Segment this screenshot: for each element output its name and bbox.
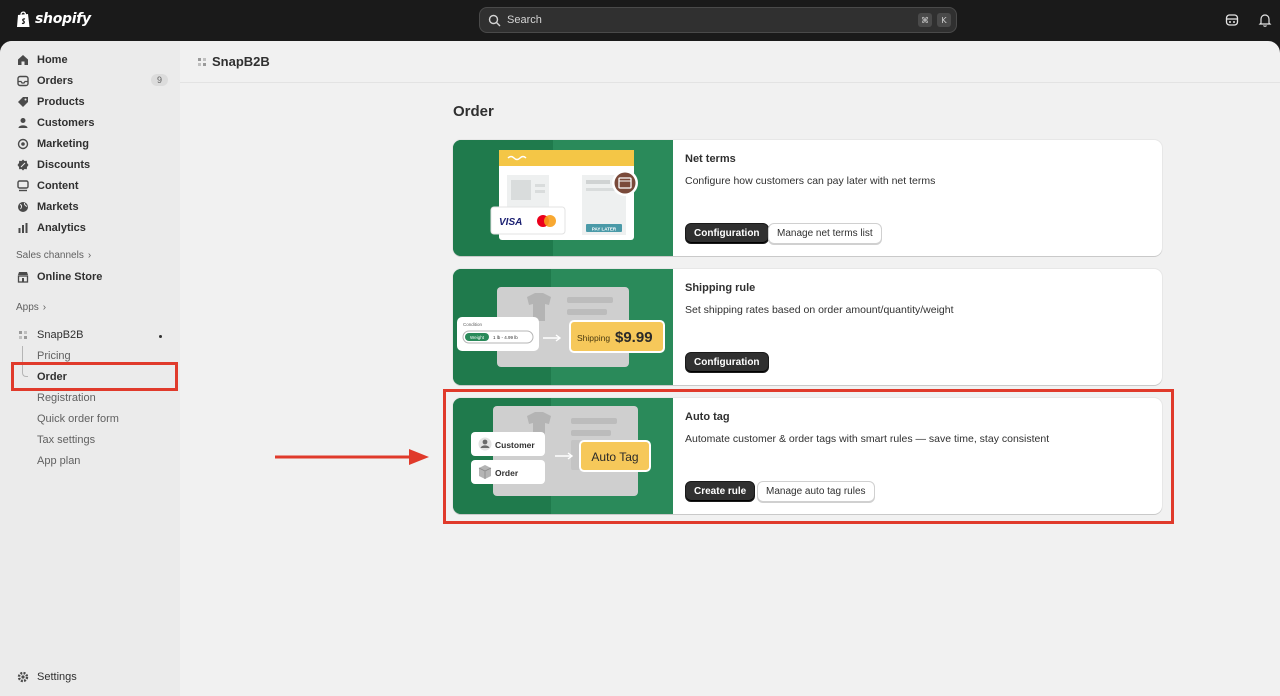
order-highlight-box (11, 362, 178, 391)
pointer-arrow-icon (275, 449, 429, 465)
sidebar-item-label: Markets (37, 201, 79, 213)
sidebar-item-analytics[interactable]: Analytics (10, 218, 170, 238)
chevron-right-icon: › (42, 302, 47, 313)
sidebar-item-label: Discounts (37, 159, 91, 171)
sidebar-item-settings[interactable]: Settings (10, 667, 170, 687)
card-title: Shipping rule (685, 282, 756, 294)
sidebar-item-label: Products (37, 96, 85, 108)
bar-chart-icon (18, 223, 28, 233)
shipping-rule-art: Condition Weight 1 lb - 4.99 lb Shipping… (453, 269, 665, 385)
condition-label: Condition (463, 322, 483, 327)
bell-icon[interactable] (1258, 13, 1272, 27)
search-bar[interactable]: Search ⌘ K (479, 7, 957, 33)
sidebar-item-label: Settings (37, 671, 77, 683)
shipping-rule-card: Condition Weight 1 lb - 4.99 lb Shipping… (453, 269, 1162, 385)
auto-tag-highlight-box (443, 389, 1174, 524)
chevron-right-icon: › (87, 250, 92, 261)
sidebar-item-online-store[interactable]: Online Store (10, 267, 170, 287)
discount-icon (17, 159, 29, 171)
admin-shell: Home Orders 9 Products Customers Marketi… (0, 41, 1280, 696)
pin-indicator (159, 335, 162, 338)
sidebar-item-label: Home (37, 54, 68, 66)
app-icon (19, 331, 27, 339)
pay-later-pill: PAY LATER (592, 226, 617, 231)
page-title: Order (453, 103, 494, 120)
manage-net-terms-list-button[interactable]: Manage net terms list (768, 223, 882, 244)
top-bar: shopify Search ⌘ K (0, 0, 1280, 41)
card-title: Net terms (685, 153, 736, 165)
sidebar-subitem-registration[interactable]: Registration (37, 392, 96, 404)
store-icon[interactable] (1225, 13, 1239, 27)
storefront-icon (17, 272, 29, 283)
net-terms-card: PAY LATER VISA Net terms Configure how c… (453, 140, 1162, 256)
net-terms-art: PAY LATER VISA (453, 140, 638, 256)
sidebar-subitem-app-plan[interactable]: App plan (37, 455, 80, 467)
k-key: K (937, 13, 951, 27)
sidebar-item-label: SnapB2B (37, 329, 84, 341)
sidebar-item-products[interactable]: Products (10, 92, 170, 112)
tag-icon (18, 97, 28, 107)
sidebar-item-customers[interactable]: Customers (10, 113, 170, 133)
person-icon (18, 118, 28, 128)
brand-name: shopify (35, 11, 91, 27)
shopify-logo[interactable]: shopify (16, 10, 91, 28)
sidebar-subitem-pricing[interactable]: Pricing (37, 350, 71, 362)
shopify-bag-icon (17, 11, 30, 27)
sidebar-item-snapb2b[interactable]: SnapB2B (10, 325, 170, 345)
sidebar-subitem-quick-order-form[interactable]: Quick order form (37, 413, 119, 425)
target-icon (17, 138, 29, 150)
net-terms-illustration: PAY LATER VISA (453, 140, 673, 256)
globe-icon (18, 202, 28, 212)
app-icon (198, 57, 206, 66)
apps-label: Apps (16, 302, 39, 313)
home-icon (18, 55, 28, 65)
shipping-rule-illustration: Condition Weight 1 lb - 4.99 lb Shipping… (453, 269, 673, 385)
inbox-icon (17, 75, 29, 87)
sales-channels-label: Sales channels (16, 250, 84, 261)
gear-icon (17, 671, 29, 683)
sidebar-item-label: Analytics (37, 222, 86, 234)
weight-chip: Weight (470, 335, 485, 340)
shipping-configuration-button[interactable]: Configuration (685, 352, 769, 373)
sales-channels-heading[interactable]: Sales channels › (16, 250, 91, 261)
sidebar-item-discounts[interactable]: Discounts (10, 155, 170, 175)
sidebar-subitem-tax-settings[interactable]: Tax settings (37, 434, 95, 446)
weight-range: 1 lb - 4.99 lb (493, 335, 518, 340)
sidebar-item-label: Content (37, 180, 79, 192)
card-description: Configure how customers can pay later wi… (685, 175, 936, 187)
app-header: SnapB2B (180, 41, 1280, 83)
visa-logo: VISA (499, 217, 522, 228)
sidebar-item-orders[interactable]: Orders 9 (10, 71, 170, 91)
search-icon (488, 14, 501, 26)
sidebar-item-label: Customers (37, 117, 95, 129)
sidebar-item-home[interactable]: Home (10, 50, 170, 70)
shipping-label: Shipping (577, 333, 610, 343)
card-description: Set shipping rates based on order amount… (685, 304, 954, 316)
shipping-price: $9.99 (615, 329, 653, 346)
net-terms-configuration-button[interactable]: Configuration (685, 223, 769, 244)
sidebar-item-label: Marketing (37, 138, 89, 150)
sidebar-item-content[interactable]: Content (10, 176, 170, 196)
content-icon (17, 180, 29, 192)
app-title: SnapB2B (212, 54, 270, 69)
sidebar-item-markets[interactable]: Markets (10, 197, 170, 217)
sidebar-item-label: Online Store (37, 271, 103, 283)
sidebar-item-label: Orders (37, 75, 74, 87)
command-key: ⌘ (918, 13, 932, 27)
apps-heading[interactable]: Apps › (16, 302, 46, 313)
orders-count-badge: 9 (150, 74, 168, 86)
sidebar-item-marketing[interactable]: Marketing (10, 134, 170, 154)
search-placeholder: Search (507, 14, 542, 26)
